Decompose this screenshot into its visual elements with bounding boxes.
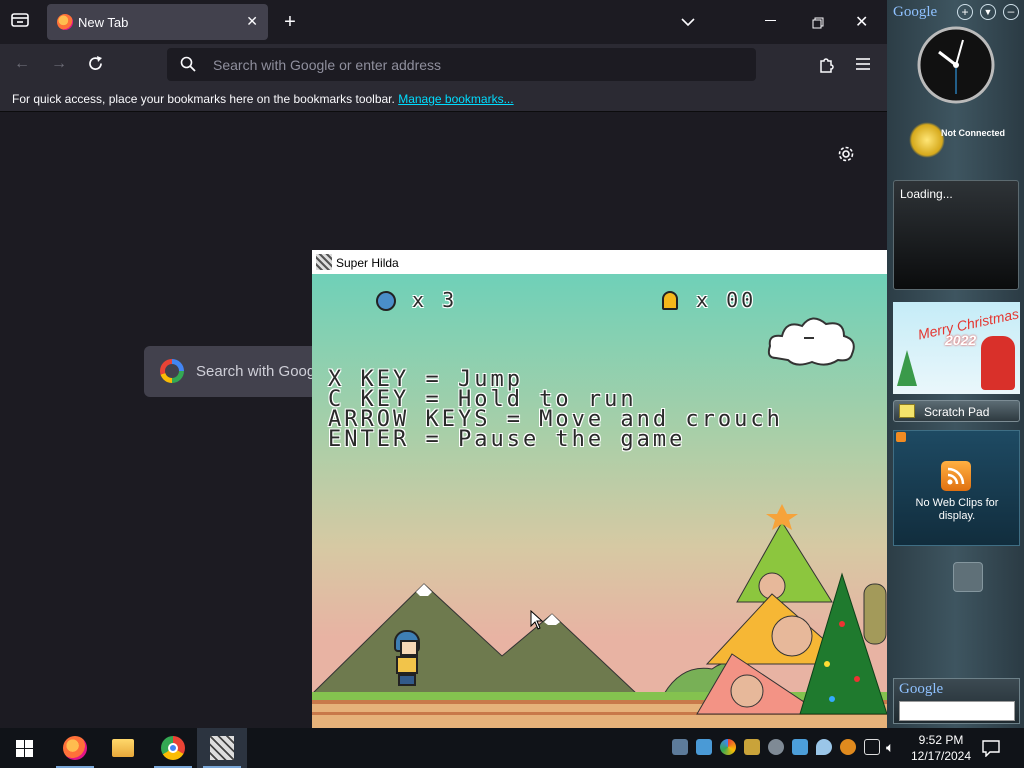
menu-hamburger-icon[interactable] bbox=[856, 57, 870, 75]
address-bar[interactable]: Search with Google or enter address bbox=[167, 48, 756, 81]
newtab-search-box[interactable]: Search with Googl bbox=[144, 346, 324, 397]
rss-small-icon bbox=[896, 432, 906, 442]
gadget-sidebar: Google + ▼ – Not Connected Loading... Me… bbox=[887, 0, 1024, 728]
rss-feed-icon bbox=[941, 461, 971, 491]
sidebar-menu-icon[interactable]: ▼ bbox=[980, 4, 996, 20]
bell-icon bbox=[662, 291, 678, 310]
back-arrow-icon[interactable]: ← bbox=[14, 55, 30, 73]
bookmarks-message: For quick access, place your bookmarks h… bbox=[12, 92, 395, 106]
address-bar-placeholder: Search with Google or enter address bbox=[213, 57, 442, 73]
minimize-sidebar-icon[interactable]: – bbox=[1003, 4, 1019, 20]
web-clips-gadget[interactable]: No Web Clips for display. bbox=[893, 430, 1020, 546]
chrome-icon bbox=[161, 736, 185, 760]
feed-loading-text: Loading... bbox=[900, 187, 953, 201]
tray-app-icon[interactable] bbox=[744, 739, 760, 755]
taskbar-file-explorer-button[interactable] bbox=[98, 728, 148, 768]
notifications-icon[interactable] bbox=[982, 739, 1000, 762]
manage-bookmarks-link[interactable]: Manage bookmarks... bbox=[398, 92, 513, 106]
clock-gadget[interactable] bbox=[917, 26, 995, 109]
scratch-pad-label: Scratch Pad bbox=[924, 405, 990, 419]
tray-search-icon[interactable] bbox=[840, 739, 856, 755]
minimize-icon[interactable] bbox=[765, 20, 776, 21]
taskbar-firefox-button[interactable] bbox=[50, 728, 100, 768]
tray-water-drop-icon[interactable] bbox=[816, 739, 832, 755]
new-tab-plus-icon[interactable]: + bbox=[280, 11, 300, 33]
clock-date: 12/17/2024 bbox=[910, 749, 972, 763]
tray-app-icon[interactable] bbox=[768, 739, 784, 755]
folder-icon bbox=[112, 739, 134, 757]
list-tabs-chevron-icon[interactable] bbox=[681, 14, 695, 32]
card-tree-icon bbox=[897, 350, 917, 386]
santa-illustration-icon bbox=[981, 336, 1015, 390]
search-icon bbox=[180, 56, 196, 77]
firefox-icon bbox=[63, 736, 87, 760]
close-window-icon[interactable]: ✕ bbox=[855, 12, 868, 32]
network-icon[interactable] bbox=[864, 739, 880, 755]
christmas-card-gadget[interactable]: Merry Christmas 2022 bbox=[893, 302, 1020, 394]
game-title-bar[interactable]: Super Hilda bbox=[312, 250, 887, 274]
taskbar: 🔈︎ 9:52 PM 12/17/2024 bbox=[0, 728, 1024, 768]
game-landscape bbox=[312, 504, 887, 728]
game-app-icon bbox=[316, 254, 332, 270]
firefox-favicon-icon bbox=[57, 14, 73, 30]
bells-counter: x 00 bbox=[696, 288, 757, 312]
hilda-lives-icon bbox=[376, 291, 396, 311]
game-window-title: Super Hilda bbox=[336, 256, 399, 270]
newtab-search-placeholder: Search with Googl bbox=[196, 363, 319, 380]
cloud-icon bbox=[766, 312, 858, 373]
news-feed-gadget[interactable]: Loading... bbox=[893, 180, 1019, 290]
tray-app-icon[interactable] bbox=[672, 739, 688, 755]
search-gadget-brand: Google bbox=[899, 681, 944, 697]
web-clips-message: No Web Clips for display. bbox=[915, 497, 999, 522]
newtab-settings-gear-icon[interactable] bbox=[837, 145, 855, 168]
taskbar-clock[interactable]: 9:52 PM 12/17/2024 bbox=[908, 732, 974, 764]
volume-icon[interactable]: 🔈︎ bbox=[886, 739, 894, 756]
clock-time: 9:52 PM bbox=[918, 733, 964, 747]
forward-arrow-icon[interactable]: → bbox=[51, 55, 67, 73]
game-screen[interactable]: x 3 x 00 X KEY = Jump C KEY = Hold to ru… bbox=[312, 274, 887, 728]
taskbar-chrome-button[interactable] bbox=[148, 728, 198, 768]
notepad-icon bbox=[899, 404, 915, 418]
lives-counter: x 3 bbox=[412, 288, 458, 312]
bookmarks-toolbar: For quick access, place your bookmarks h… bbox=[0, 84, 887, 112]
tab-bar: New Tab ✕ + ✕ bbox=[0, 0, 887, 44]
tray-app-icon[interactable] bbox=[696, 739, 712, 755]
instructions-panel: X KEY = Jump C KEY = Hold to run ARROW K… bbox=[328, 369, 783, 452]
extensions-icon[interactable] bbox=[818, 55, 835, 78]
close-tab-icon[interactable]: ✕ bbox=[246, 13, 258, 30]
tray-google-icon[interactable] bbox=[720, 739, 736, 755]
reload-icon[interactable] bbox=[87, 55, 104, 77]
super-hilda-window: Super Hilda x 3 x 00 X KEY = Jump C KEY … bbox=[312, 250, 887, 728]
taskbar-super-hilda-button[interactable] bbox=[197, 728, 247, 768]
blank-gadget-icon bbox=[953, 562, 983, 592]
tab-new-tab[interactable]: New Tab ✕ bbox=[47, 4, 268, 40]
sidebar-google-brand: Google bbox=[893, 4, 938, 20]
google-search-gadget: Google bbox=[893, 678, 1020, 724]
tray-app-icon[interactable] bbox=[792, 739, 808, 755]
gadget-search-input[interactable] bbox=[899, 701, 1015, 721]
firefox-view-icon[interactable] bbox=[10, 12, 30, 32]
mouse-cursor-icon bbox=[530, 609, 544, 635]
hilda-player-sprite bbox=[392, 630, 420, 688]
card-year: 2022 bbox=[945, 332, 977, 348]
weather-sun-icon bbox=[909, 122, 945, 158]
super-hilda-app-icon bbox=[210, 736, 234, 760]
add-gadget-icon[interactable]: + bbox=[957, 4, 973, 20]
start-button[interactable] bbox=[0, 728, 50, 768]
restore-icon[interactable] bbox=[812, 16, 824, 34]
scratch-pad-gadget[interactable]: Scratch Pad bbox=[893, 400, 1020, 422]
google-logo-icon bbox=[160, 359, 184, 383]
tab-title: New Tab bbox=[78, 15, 129, 30]
instruction-line: ENTER = Pause the game bbox=[328, 427, 686, 452]
weather-status: Not Connected bbox=[941, 128, 1005, 138]
